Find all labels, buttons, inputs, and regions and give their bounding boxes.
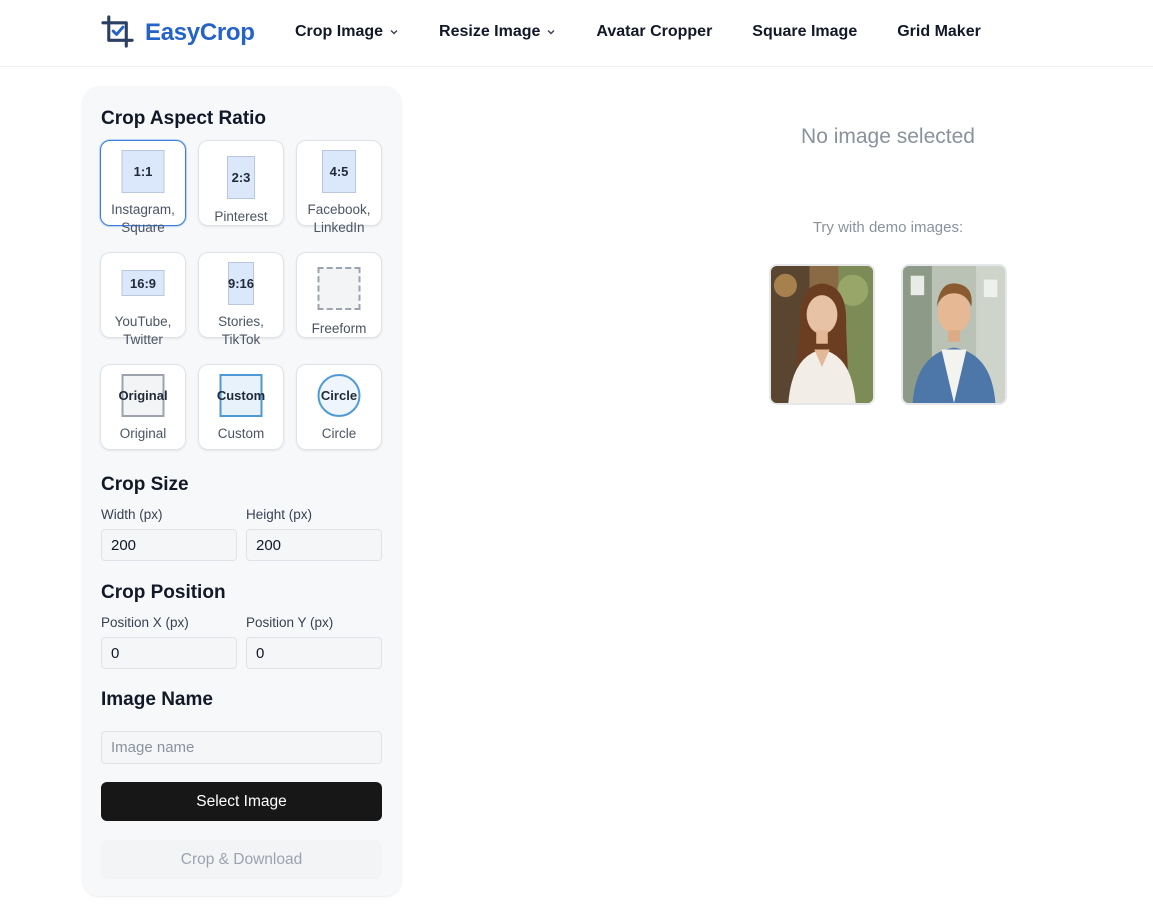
- ratio-option-circle[interactable]: Circle Circle: [296, 364, 382, 450]
- height-label: Height (px): [246, 507, 313, 522]
- ratio-label-16-9: YouTube, Twitter: [114, 314, 172, 347]
- demo-image-woman[interactable]: [769, 264, 875, 405]
- ratio-shape-2-3: 2:3: [227, 156, 255, 199]
- ratio-option-original[interactable]: Original Original: [100, 364, 186, 450]
- ratio-label-1-1: Instagram, Square: [111, 202, 175, 235]
- crop-size-title: Crop Size: [101, 474, 189, 495]
- ratio-shape-1-1: 1:1: [121, 150, 165, 193]
- ratio-label-circle: Circle: [321, 426, 357, 441]
- brand-logo-link[interactable]: EasyCrop: [101, 15, 255, 50]
- image-name-input[interactable]: [101, 731, 382, 764]
- ratio-shape-circle: Circle: [317, 374, 361, 417]
- ratio-option-freeform[interactable]: Freeform: [296, 252, 382, 338]
- man-portrait-image: [903, 266, 1005, 403]
- chevron-down-icon: [547, 30, 555, 35]
- ratio-option-4-5[interactable]: 4:5 Facebook, LinkedIn: [296, 140, 382, 235]
- crop-download-button[interactable]: Crop & Download: [101, 840, 382, 879]
- position-x-input[interactable]: [101, 637, 237, 669]
- crop-position-title: Crop Position: [101, 582, 226, 603]
- position-y-label: Position Y (px): [246, 615, 334, 630]
- ratio-shape-custom: Custom: [217, 374, 265, 417]
- main-nav: Crop Image Resize Image Avatar Cropper S…: [295, 23, 981, 41]
- ratio-label-2-3: Pinterest: [214, 209, 268, 224]
- position-x-label: Position X (px): [101, 615, 189, 630]
- nav-grid-maker[interactable]: Grid Maker: [897, 23, 981, 41]
- width-label: Width (px): [101, 507, 163, 522]
- ratio-shape-original: Original: [118, 374, 168, 417]
- ratio-option-2-3[interactable]: 2:3 Pinterest: [198, 140, 284, 226]
- crop-logo-icon: [101, 15, 134, 48]
- no-image-message: No image selected: [801, 125, 975, 148]
- position-y-input[interactable]: [246, 637, 382, 669]
- demo-image-man[interactable]: [901, 264, 1007, 405]
- ratio-label-9-16: Stories, TikTok: [218, 314, 264, 347]
- ratio-label-freeform: Freeform: [311, 321, 367, 336]
- top-navigation-bar: EasyCrop Crop Image Resize Image Avatar …: [0, 0, 1153, 67]
- ratio-option-9-16[interactable]: 9:16 Stories, TikTok: [198, 252, 284, 347]
- ratio-shape-9-16: 9:16: [228, 262, 254, 305]
- aspect-ratio-grid: 1:1 Instagram, Square 2:3 Pinterest 4:5 F…: [100, 140, 382, 450]
- freeform-dashed-icon: [317, 267, 361, 310]
- ratio-option-custom[interactable]: Custom Custom: [198, 364, 284, 450]
- brand-name: EasyCrop: [145, 18, 255, 46]
- crop-settings-panel: Crop Aspect Ratio 1:1 Instagram, Square 2…: [83, 87, 401, 896]
- ratio-option-16-9[interactable]: 16:9 YouTube, Twitter: [100, 252, 186, 347]
- ratio-option-1-1[interactable]: 1:1 Instagram, Square: [100, 140, 186, 235]
- ratio-label-custom: Custom: [217, 426, 265, 441]
- nav-resize-image[interactable]: Resize Image: [439, 23, 556, 41]
- ratio-shape-4-5: 4:5: [322, 150, 356, 193]
- nav-crop-image[interactable]: Crop Image: [295, 23, 399, 41]
- height-input[interactable]: [246, 529, 382, 561]
- nav-grid-maker-label: Grid Maker: [897, 23, 981, 40]
- ratio-label-original: Original: [119, 426, 167, 441]
- select-image-button[interactable]: Select Image: [101, 782, 382, 821]
- ratio-shape-16-9: 16:9: [121, 270, 165, 296]
- nav-crop-image-label: Crop Image: [295, 23, 384, 40]
- chevron-down-icon: [390, 30, 398, 35]
- ratio-label-4-5: Facebook, LinkedIn: [307, 202, 371, 235]
- nav-square-image[interactable]: Square Image: [752, 23, 857, 41]
- demo-images-label: Try with demo images:: [812, 219, 964, 236]
- nav-resize-image-label: Resize Image: [439, 23, 541, 40]
- nav-square-image-label: Square Image: [752, 23, 858, 40]
- woman-portrait-image: [771, 266, 873, 403]
- nav-avatar-cropper[interactable]: Avatar Cropper: [596, 23, 712, 41]
- aspect-ratio-title: Crop Aspect Ratio: [101, 108, 267, 129]
- width-input[interactable]: [101, 529, 237, 561]
- nav-avatar-cropper-label: Avatar Cropper: [596, 23, 713, 40]
- image-name-title: Image Name: [101, 689, 213, 710]
